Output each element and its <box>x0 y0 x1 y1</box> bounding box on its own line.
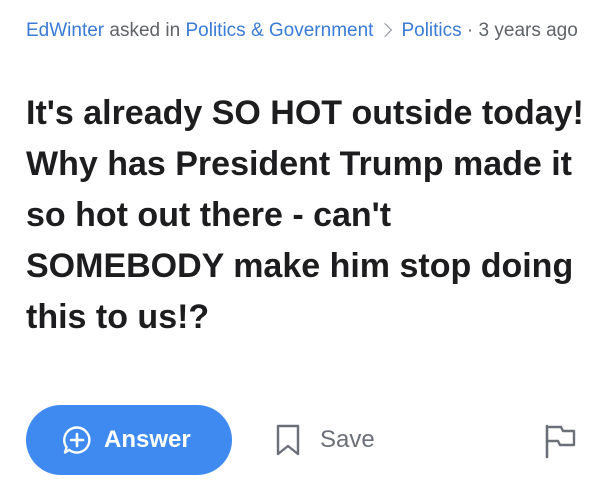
answer-button-label: Answer <box>104 426 191 453</box>
question-meta: EdWinter asked in Politics & Government P… <box>26 15 586 47</box>
flag-icon <box>543 424 577 463</box>
author-link[interactable]: EdWinter <box>26 20 104 41</box>
answer-button[interactable]: Answer <box>26 405 232 475</box>
question-age: · 3 years ago <box>466 20 578 41</box>
bookmark-icon <box>276 424 300 456</box>
asked-in-text: asked in <box>109 20 181 41</box>
save-button[interactable]: Save <box>276 420 375 460</box>
category-link[interactable]: Politics & Government <box>185 20 373 41</box>
flag-button[interactable] <box>543 423 577 459</box>
question-title: It's already SO HOT outside today! Why h… <box>26 94 584 336</box>
save-button-label: Save <box>320 426 375 453</box>
plus-bubble-icon <box>62 425 92 455</box>
subcategory-link[interactable]: Politics <box>401 20 461 41</box>
chevron-right-icon <box>378 23 393 38</box>
